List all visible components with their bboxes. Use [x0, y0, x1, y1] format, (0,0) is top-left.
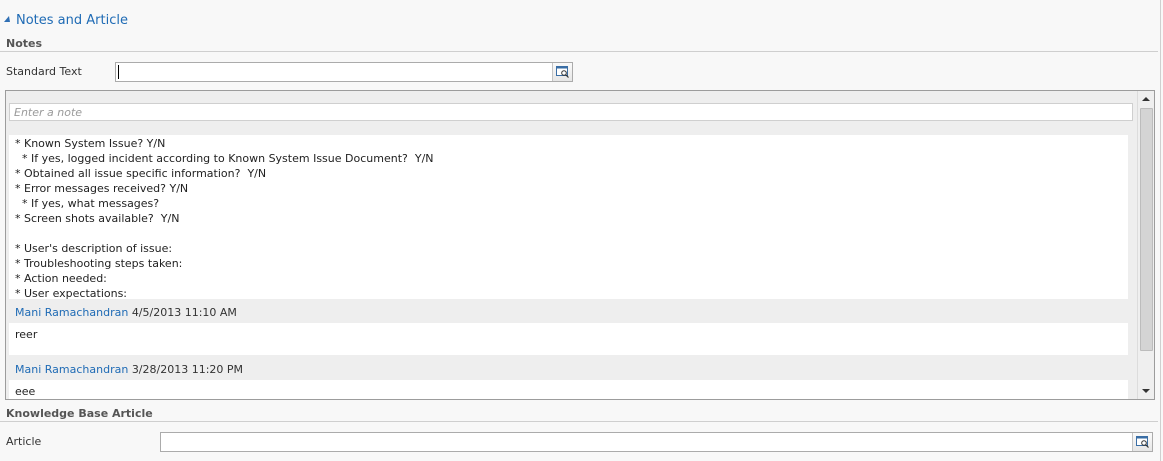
lookup-icon	[1135, 436, 1149, 448]
note-author-link[interactable]: Mani Ramachandran	[15, 306, 128, 319]
kb-header: Knowledge Base Article	[0, 406, 1158, 422]
notes-scrollbar[interactable]	[1137, 91, 1154, 399]
scroll-up-button[interactable]	[1138, 91, 1154, 107]
standard-text-label: Standard Text	[6, 65, 82, 78]
standard-text-lookup[interactable]	[115, 62, 573, 82]
notes-and-article-section: Notes and Article Notes Standard Text En…	[0, 0, 1163, 461]
lookup-icon	[555, 66, 569, 78]
notes-header: Notes	[0, 36, 1158, 52]
section-toggle[interactable]: Notes and Article	[4, 11, 128, 29]
note-entry-text: eee	[9, 380, 1128, 399]
note-entry-text: reer	[9, 323, 1128, 355]
note-entry-meta: Mani Ramachandran 4/5/2013 11:10 AM	[15, 306, 237, 319]
note-entry-meta: Mani Ramachandran 3/28/2013 11:20 PM	[15, 363, 243, 376]
scroll-up-icon	[1142, 97, 1150, 101]
collapse-triangle-icon	[4, 16, 10, 22]
article-label: Article	[6, 435, 42, 448]
article-lookup-button[interactable]	[1132, 433, 1152, 451]
section-title: Notes and Article	[16, 12, 128, 28]
note-template-text: * Known System Issue? Y/N * If yes, logg…	[9, 135, 1128, 300]
notes-header-label: Notes	[6, 37, 43, 50]
scroll-thumb[interactable]	[1140, 108, 1153, 351]
scroll-down-button[interactable]	[1138, 383, 1154, 399]
note-input[interactable]: Enter a note	[9, 103, 1133, 121]
note-timestamp: 4/5/2013 11:10 AM	[131, 306, 237, 319]
scroll-down-icon	[1142, 389, 1150, 393]
text-caret	[118, 65, 119, 79]
right-border	[1160, 0, 1161, 461]
article-lookup[interactable]	[160, 432, 1153, 452]
note-author-link[interactable]: Mani Ramachandran	[15, 363, 128, 376]
notes-panel: Enter a note * Known System Issue? Y/N *…	[5, 90, 1155, 400]
standard-text-lookup-button[interactable]	[552, 63, 572, 81]
note-timestamp: 3/28/2013 11:20 PM	[131, 363, 244, 376]
kb-header-label: Knowledge Base Article	[6, 407, 153, 420]
